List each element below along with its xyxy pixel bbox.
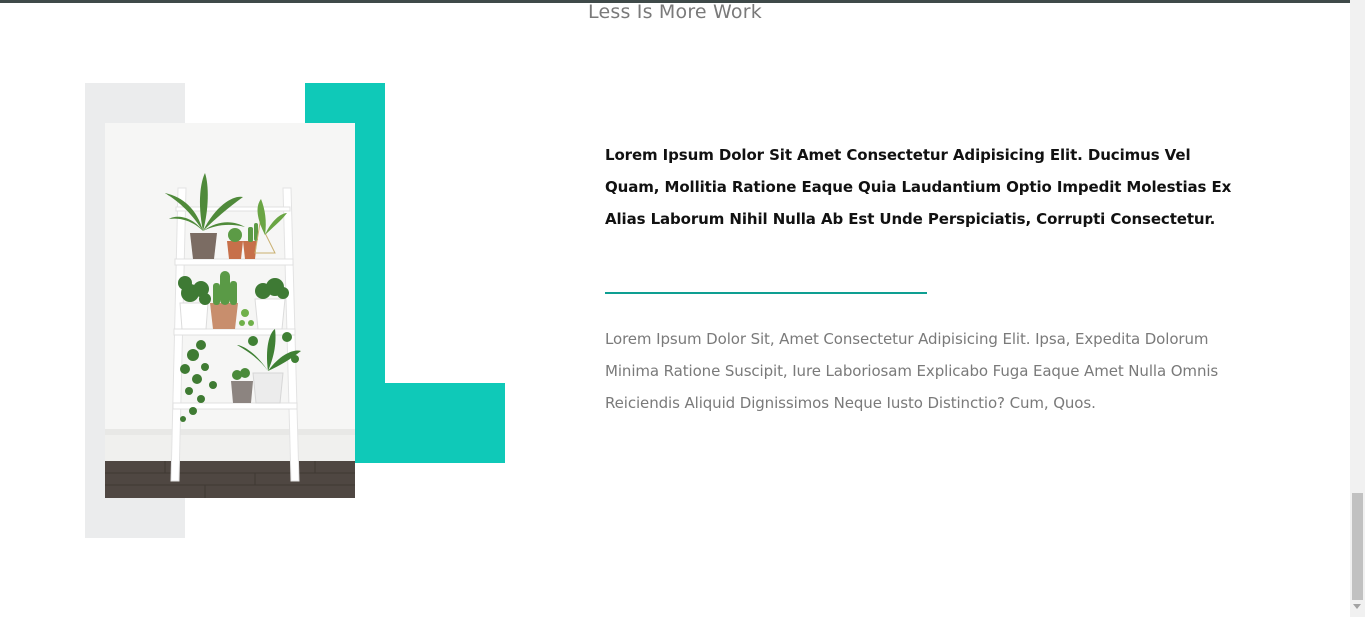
scroll-down-arrow-icon[interactable] xyxy=(1353,604,1361,609)
accent-divider xyxy=(605,292,927,294)
page: Less Is More Work Lorem Ipsum Dolor Sit … xyxy=(0,0,1365,617)
lead-paragraph: Lorem Ipsum Dolor Sit Amet Consectetur A… xyxy=(605,146,1232,228)
decorative-teal-block-horizontal xyxy=(355,383,505,463)
body-paragraph: Lorem Ipsum Dolor Sit, Amet Consectetur … xyxy=(605,330,1219,412)
plant-shelf-photo xyxy=(105,123,355,498)
section-subtitle: Less Is More Work xyxy=(588,1,762,23)
vertical-scrollbar[interactable] xyxy=(1350,0,1365,617)
scrollbar-thumb[interactable] xyxy=(1352,493,1363,600)
